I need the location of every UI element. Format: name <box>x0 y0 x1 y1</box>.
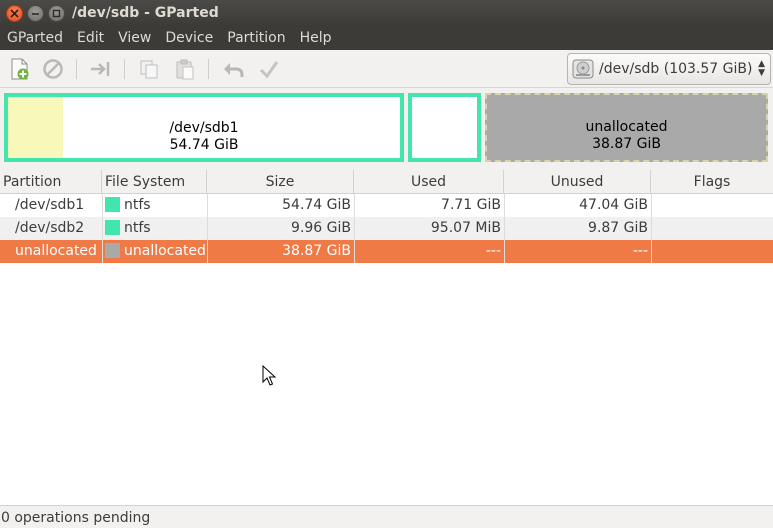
mouse-pointer-icon <box>262 365 276 386</box>
column-divider <box>207 194 208 263</box>
window-title: /dev/sdb - GParted <box>72 5 219 21</box>
undo-button[interactable] <box>220 56 246 82</box>
cell-partition: unallocated <box>15 243 97 259</box>
cell-file-system: ntfs <box>124 220 151 236</box>
column-header-unused[interactable]: Unused <box>504 170 651 194</box>
column-header-used[interactable]: Used <box>354 170 504 194</box>
cell-file-system: unallocated <box>124 243 206 259</box>
menu-edit[interactable]: Edit <box>70 28 111 50</box>
column-header-partition[interactable]: Partition <box>0 170 102 194</box>
maximize-icon <box>52 9 61 18</box>
partition-name: unallocated <box>585 119 668 135</box>
partition-table: Partition File System Size Used Unused F… <box>0 170 773 505</box>
cell-used: 95.07 MiB <box>430 220 501 236</box>
new-partition-icon <box>11 58 29 80</box>
operations-pending-status: 0 operations pending <box>1 510 151 526</box>
maximize-window-button[interactable] <box>48 5 65 22</box>
disk-map-partition-sdb2[interactable] <box>408 93 481 162</box>
apply-icon <box>259 61 279 79</box>
cell-size: 9.96 GiB <box>291 220 351 236</box>
column-header-file-system[interactable]: File System <box>102 170 207 194</box>
title-bar: /dev/sdb - GParted <box>0 0 773 28</box>
table-header: Partition File System Size Used Unused F… <box>0 170 773 194</box>
column-header-size[interactable]: Size <box>207 170 354 194</box>
table-row[interactable]: /dev/sdb1 ntfs 54.74 GiB 7.71 GiB 47.04 … <box>0 194 773 217</box>
menu-help[interactable]: Help <box>293 28 339 50</box>
resize-move-button[interactable] <box>88 56 114 82</box>
table-row[interactable]: /dev/sdb2 ntfs 9.96 GiB 95.07 MiB 9.87 G… <box>0 217 773 240</box>
toolbar-separator <box>208 59 209 79</box>
partition-size: 54.74 GiB <box>169 137 239 153</box>
undo-icon <box>224 63 244 77</box>
partition-text: unallocated 38.87 GiB <box>487 119 766 153</box>
close-window-button[interactable] <box>6 5 23 22</box>
device-selector-label: /dev/sdb (103.57 GiB) <box>599 61 753 77</box>
partition-size: 38.87 GiB <box>592 136 661 152</box>
column-divider <box>651 194 652 263</box>
cell-unused: 9.87 GiB <box>588 220 648 236</box>
updown-arrow-icon: ▲ ▼ <box>758 59 765 78</box>
paste-icon <box>176 59 194 80</box>
cell-size: 54.74 GiB <box>282 197 351 213</box>
filesystem-color-swatch <box>105 220 120 235</box>
new-partition-button[interactable] <box>6 56 32 82</box>
copy-button[interactable] <box>136 56 162 82</box>
status-bar: 0 operations pending <box>0 505 773 528</box>
cell-partition: /dev/sdb1 <box>15 197 85 213</box>
paste-button[interactable] <box>172 56 198 82</box>
column-divider <box>102 194 103 263</box>
partition-name: /dev/sdb1 <box>169 120 239 136</box>
minimize-icon <box>32 13 39 15</box>
resize-move-icon <box>91 62 110 76</box>
cell-file-system: ntfs <box>124 197 151 213</box>
cell-used: --- <box>485 243 501 259</box>
toolbar-separator <box>76 59 77 79</box>
disk-map: /dev/sdb1 54.74 GiB unallocated 38.87 Gi… <box>0 88 773 168</box>
copy-icon <box>140 60 158 79</box>
cell-used: 7.71 GiB <box>441 197 501 213</box>
apply-button[interactable] <box>256 56 282 82</box>
disk-map-unallocated[interactable]: unallocated 38.87 GiB <box>485 93 768 162</box>
close-icon <box>10 9 19 18</box>
filesystem-color-swatch <box>105 243 120 258</box>
delete-partition-button[interactable] <box>40 56 66 82</box>
table-row-selected[interactable]: unallocated unallocated 38.87 GiB --- --… <box>0 240 773 263</box>
cell-partition: /dev/sdb2 <box>15 220 85 236</box>
minimize-window-button[interactable] <box>27 5 44 22</box>
disk-map-partition-sdb1[interactable]: /dev/sdb1 54.74 GiB <box>4 93 404 162</box>
menu-partition[interactable]: Partition <box>220 28 292 50</box>
menu-bar: GParted Edit View Device Partition Help <box>0 28 773 50</box>
column-header-flags[interactable]: Flags <box>651 170 773 194</box>
cell-size: 38.87 GiB <box>282 243 351 259</box>
cell-unused: --- <box>632 243 648 259</box>
hard-disk-icon <box>572 59 594 79</box>
menu-device[interactable]: Device <box>158 28 220 50</box>
filesystem-color-swatch <box>105 197 120 212</box>
menu-view[interactable]: View <box>111 28 158 50</box>
toolbar-separator <box>124 59 125 79</box>
column-divider <box>354 194 355 263</box>
partition-text: /dev/sdb1 54.74 GiB <box>8 120 400 154</box>
menu-gparted[interactable]: GParted <box>0 28 70 50</box>
delete-icon <box>43 59 63 79</box>
column-divider <box>504 194 505 263</box>
device-selector[interactable]: /dev/sdb (103.57 GiB) ▲ ▼ <box>567 53 771 85</box>
cell-unused: 47.04 GiB <box>579 197 648 213</box>
